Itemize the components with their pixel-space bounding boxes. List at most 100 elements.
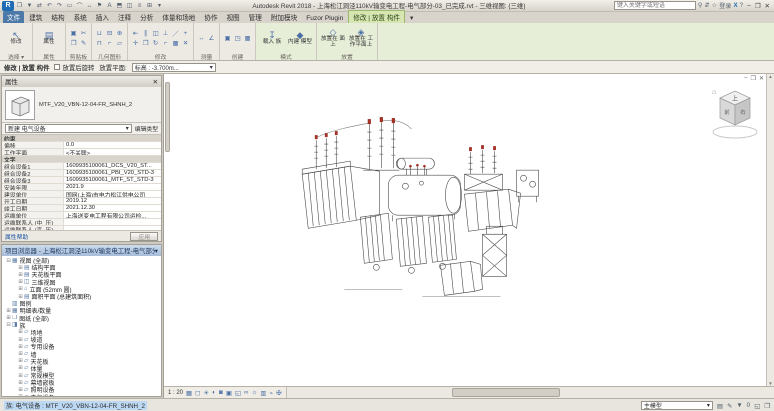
move-icon[interactable]: ✛ xyxy=(131,39,140,48)
expand-icon[interactable]: ⊞ xyxy=(17,279,24,285)
browser-tree-item[interactable]: ▥ 图例 xyxy=(2,300,161,307)
switch-windows-icon[interactable]: ⊞ xyxy=(145,1,154,11)
undo-icon[interactable]: ↶ xyxy=(45,1,54,11)
property-value[interactable]: 1609935100061_DCS_V20_ST... xyxy=(64,163,161,169)
property-row[interactable]: 竣工日期 2021.12.30 xyxy=(2,205,161,212)
default-3d-view-icon[interactable]: ⬒ xyxy=(115,1,124,11)
type-selector[interactable]: 新建 电气设备▾ xyxy=(5,124,132,133)
ribbon-tab[interactable]: 附加模块 xyxy=(267,11,301,23)
dimension-icon[interactable]: ∠ xyxy=(207,34,216,43)
thin-lines-icon[interactable]: ≡ xyxy=(135,1,144,11)
hide-analytical-model-icon[interactable]: ⌁ xyxy=(269,389,273,397)
section-icon[interactable]: ◫ xyxy=(125,1,134,11)
view-close-button[interactable]: ✕ xyxy=(759,75,764,82)
placement-plane-select[interactable]: 标高 : -3.700m...▾ xyxy=(132,63,216,72)
align-icon[interactable]: ⇤ xyxy=(131,29,140,38)
expand-icon[interactable]: ⊟ xyxy=(5,258,12,264)
browser-tree-item[interactable]: ⊞ ▱ 照明设备 xyxy=(2,386,161,393)
property-value[interactable]: 2021.12.30 xyxy=(64,205,161,211)
property-value[interactable]: 上海送变电工程有限公司运检... xyxy=(64,212,161,219)
browser-tree-item[interactable]: ⊞ ▤ 天花板平面 xyxy=(2,271,161,278)
vertical-scrollbar[interactable]: ▲▼ xyxy=(766,74,774,386)
expand-icon[interactable]: ⊞ xyxy=(17,394,24,396)
create-group-icon[interactable]: ▣ xyxy=(223,34,232,43)
aligned-dimension-icon[interactable]: ↔ xyxy=(85,1,94,11)
app-button[interactable]: R xyxy=(2,1,14,11)
ribbon-tab[interactable]: 修改 | 放置 构件 xyxy=(348,10,405,23)
create-similar-icon[interactable]: ◳ xyxy=(233,34,242,43)
background-processes-icon[interactable]: ◱ xyxy=(754,402,760,410)
customize-qat-icon[interactable]: ▾ xyxy=(155,1,164,11)
ribbon-tab[interactable]: 插入 xyxy=(92,11,113,23)
temporary-hide-isolate-icon[interactable]: ∞ xyxy=(244,389,249,397)
measure-icon[interactable]: ⌒ xyxy=(75,1,84,11)
view-restore-button[interactable]: ❐ xyxy=(751,75,756,82)
panel-label[interactable]: 测量 xyxy=(197,52,216,60)
ribbon-tab[interactable]: Fuzor Plugin xyxy=(302,14,347,23)
rotate-after-placement-checkbox[interactable] xyxy=(54,64,60,70)
properties-caption[interactable]: 属性✕ xyxy=(2,76,161,87)
ribbon-tab[interactable]: ▾ xyxy=(406,13,417,23)
expand-icon[interactable]: ⊞ xyxy=(17,286,24,292)
reveal-hidden-elements-icon[interactable]: ☼ xyxy=(252,389,258,397)
beam-joins-icon[interactable]: ⌐ xyxy=(105,39,114,48)
text-icon[interactable]: A xyxy=(105,1,114,11)
property-value[interactable]: 1609935100061_PBI_V20_STD-3 xyxy=(64,170,161,176)
property-value[interactable]: 1609935100061_MTF_ST_STD-3 xyxy=(64,177,161,183)
panel-label[interactable]: 剪贴板 xyxy=(69,52,88,60)
property-value[interactable]: 2019.12 xyxy=(64,198,161,204)
view-cube[interactable]: 上 前 右 ⌂ xyxy=(708,82,762,144)
browser-tree-item[interactable]: ⊟ ▦ 视图 (全部) xyxy=(2,257,161,264)
create-assembly-icon[interactable]: ▦ xyxy=(243,34,252,43)
edit-type-button[interactable]: 编辑类型 xyxy=(135,124,158,133)
communication-center-icon[interactable]: ⇵ xyxy=(703,2,710,9)
pin-icon[interactable]: + xyxy=(181,29,190,38)
panel-label[interactable]: 创建 xyxy=(223,52,252,60)
join-icon[interactable]: ⊕ xyxy=(115,29,124,38)
vertical-scrollbar-thumb[interactable] xyxy=(165,82,170,152)
browser-tree-item[interactable]: ⊟ ◨ 族 xyxy=(2,322,161,329)
trim-icon[interactable]: ⌐ xyxy=(161,39,170,48)
expand-icon[interactable]: ⊟ xyxy=(5,322,12,328)
browser-tree-item[interactable]: ⊞ ▱ 墙 xyxy=(2,350,161,357)
ribbon-tab[interactable]: 分析 xyxy=(136,11,157,23)
crop-region-visibility-icon[interactable]: ◱ xyxy=(235,389,241,397)
selection-count[interactable]: 0 xyxy=(747,402,751,410)
drawing-area[interactable]: –❐✕ 上 前 右 ⌂ ▲▼ xyxy=(164,74,774,386)
browser-tree-item[interactable]: ⊞ ▱ 坡道 xyxy=(2,336,161,343)
place-on-work-plane-button[interactable]: ◈放置在 工作平面上 xyxy=(348,26,374,50)
expand-icon[interactable]: ⊞ xyxy=(17,294,24,300)
wall-joins-icon[interactable]: ⊓ xyxy=(95,39,104,48)
expand-icon[interactable]: ⊞ xyxy=(17,365,24,371)
panel-label[interactable]: 修改 xyxy=(131,52,190,60)
expand-icon[interactable]: ⊞ xyxy=(17,351,24,357)
browser-tree-item[interactable]: ⊞ ▤ 面积平面 (总建筑面积) xyxy=(2,293,161,300)
expand-icon[interactable]: ⊞ xyxy=(17,358,24,364)
visual-style-icon[interactable]: ◻ xyxy=(195,389,200,397)
panel-toggle-icon[interactable]: ❐ xyxy=(764,402,770,410)
rotate-icon[interactable]: ↻ xyxy=(151,39,160,48)
property-row[interactable]: 安装年限 2021.9 xyxy=(2,184,161,191)
ribbon-tab[interactable]: 系统 xyxy=(70,11,91,23)
sign-in-label[interactable]: 登录 xyxy=(718,1,732,10)
property-row[interactable]: 工作平面 <不关联> xyxy=(2,149,161,156)
ribbon-tab[interactable]: 体量和场地 xyxy=(158,11,199,23)
render-icon[interactable]: ◙ xyxy=(219,389,223,397)
detail-level-icon[interactable]: ▦ xyxy=(186,389,192,397)
property-row[interactable]: 偏移 0.0 xyxy=(2,142,161,149)
help-icon[interactable]: ? xyxy=(739,2,744,9)
copy-to-clipboard-icon[interactable]: ❐ xyxy=(69,39,78,48)
browser-tree-item[interactable]: ⊞ ⌂ 立面 (52mm 圆) xyxy=(2,286,161,293)
property-row[interactable]: 文字 xyxy=(2,156,161,163)
temporary-view-properties-icon[interactable]: ▥ xyxy=(260,389,266,397)
expand-icon[interactable]: ⊞ xyxy=(17,329,24,335)
browser-tree-item[interactable]: ⊞ ▱ 天花板 xyxy=(2,358,161,365)
browser-tree-item[interactable]: ⊞ ▱ 专用设备 xyxy=(2,343,161,350)
open-icon[interactable]: ❐ xyxy=(15,1,24,11)
property-value[interactable]: 国网(上海)市电力松江供电公司 xyxy=(64,191,161,198)
favorites-star-icon[interactable]: ☆ xyxy=(711,2,719,9)
panel-label[interactable]: 选择 ▾ xyxy=(3,52,29,60)
modify-tool-button[interactable]: ↖修改 xyxy=(3,29,29,47)
expand-icon[interactable]: ⊞ xyxy=(5,315,12,321)
sync-with-central-icon[interactable]: ⇄ xyxy=(35,1,44,11)
